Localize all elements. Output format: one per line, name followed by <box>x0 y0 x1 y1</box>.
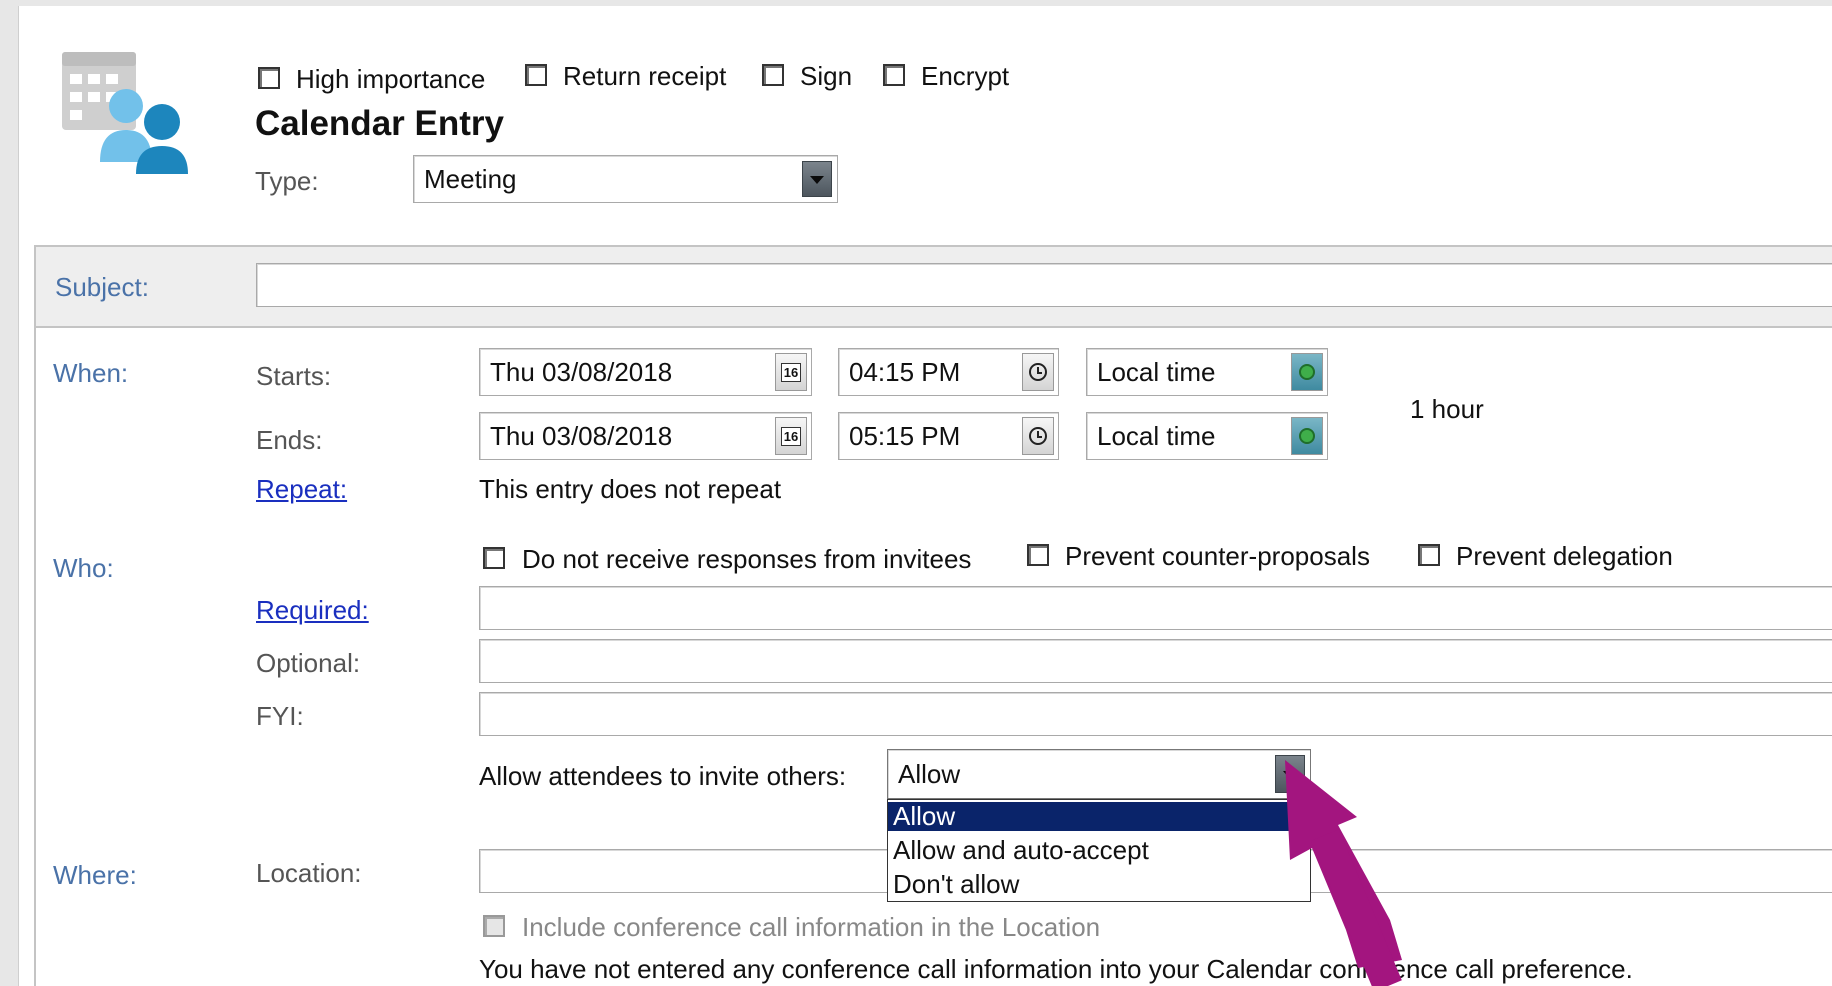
invite-option-allow-auto-accept[interactable]: Allow and auto-accept <box>888 836 1310 865</box>
prevent-delegation-checkbox[interactable] <box>1418 544 1440 566</box>
duration-text: 1 hour <box>1410 394 1484 424</box>
sign-checkbox[interactable] <box>762 64 784 86</box>
high-importance-label: High importance <box>296 64 486 94</box>
prevent-delegation-label: Prevent delegation <box>1456 541 1673 571</box>
type-label: Type: <box>255 166 319 196</box>
encrypt-checkbox[interactable] <box>883 64 905 86</box>
invite-option-dont-allow[interactable]: Don't allow <box>888 870 1310 899</box>
type-select-value: Meeting <box>424 164 517 194</box>
fyi-input[interactable] <box>479 692 1832 736</box>
starts-label: Starts: <box>256 361 332 391</box>
optional-input[interactable] <box>479 639 1832 683</box>
where-section-label: Where: <box>53 860 137 890</box>
ends-label: Ends: <box>256 425 323 455</box>
clock-icon[interactable] <box>1022 417 1054 455</box>
optional-label: Optional: <box>256 648 361 678</box>
sign-label: Sign <box>800 61 853 91</box>
encrypt-label: Encrypt <box>921 61 1010 91</box>
return-receipt-label: Return receipt <box>563 61 727 91</box>
no-responses-label: Do not receive responses from invitees <box>522 544 972 574</box>
invite-others-select[interactable]: Allow <box>887 749 1311 799</box>
conference-call-note: You have not entered any conference call… <box>479 954 1633 984</box>
repeat-link[interactable]: Repeat: <box>256 474 347 504</box>
type-dropdown-arrow-icon[interactable] <box>802 161 832 197</box>
invite-others-value: Allow <box>898 759 961 789</box>
repeat-status-text: This entry does not repeat <box>479 474 782 504</box>
type-select[interactable]: Meeting <box>413 155 838 203</box>
required-input[interactable] <box>479 586 1832 630</box>
return-receipt-checkbox[interactable] <box>525 64 547 86</box>
no-responses-checkbox[interactable] <box>483 547 505 569</box>
form-body-border <box>34 328 36 986</box>
calendar-people-icon <box>62 52 188 174</box>
subject-label: Subject: <box>55 272 149 302</box>
end-timezone-field[interactable]: Local time <box>1086 412 1328 460</box>
who-section-label: Who: <box>53 553 114 583</box>
high-importance-checkbox[interactable] <box>258 67 280 89</box>
calendar-icon[interactable]: 16 <box>775 353 807 391</box>
timezone-globe-icon[interactable] <box>1291 353 1323 391</box>
start-time-field[interactable]: 04:15 PM <box>838 348 1059 396</box>
end-time-field[interactable]: 05:15 PM <box>838 412 1059 460</box>
invite-option-allow[interactable]: Allow <box>888 802 1310 831</box>
calendar-icon[interactable]: 16 <box>775 417 807 455</box>
prevent-counter-proposals-label: Prevent counter-proposals <box>1065 541 1370 571</box>
start-timezone-field[interactable]: Local time <box>1086 348 1328 396</box>
conference-call-label: Include conference call information in t… <box>522 912 1101 942</box>
end-date-field[interactable]: Thu 03/08/2018 16 <box>479 412 812 460</box>
conference-call-checkbox <box>483 915 505 937</box>
when-section-label: When: <box>53 358 129 388</box>
invite-others-label: Allow attendees to invite others: <box>479 761 847 791</box>
prevent-counter-proposals-checkbox[interactable] <box>1027 544 1049 566</box>
clock-icon[interactable] <box>1022 353 1054 391</box>
invite-options-menu: Allow Allow and auto-accept Don't allow <box>887 799 1311 902</box>
timezone-globe-icon[interactable] <box>1291 417 1323 455</box>
required-link[interactable]: Required: <box>256 595 369 625</box>
subject-input[interactable] <box>256 263 1832 307</box>
location-label: Location: <box>256 858 362 888</box>
pointer-arrow-icon <box>1285 760 1402 986</box>
page-title: Calendar Entry <box>255 104 504 143</box>
fyi-label: FYI: <box>256 701 304 731</box>
start-date-field[interactable]: Thu 03/08/2018 16 <box>479 348 812 396</box>
